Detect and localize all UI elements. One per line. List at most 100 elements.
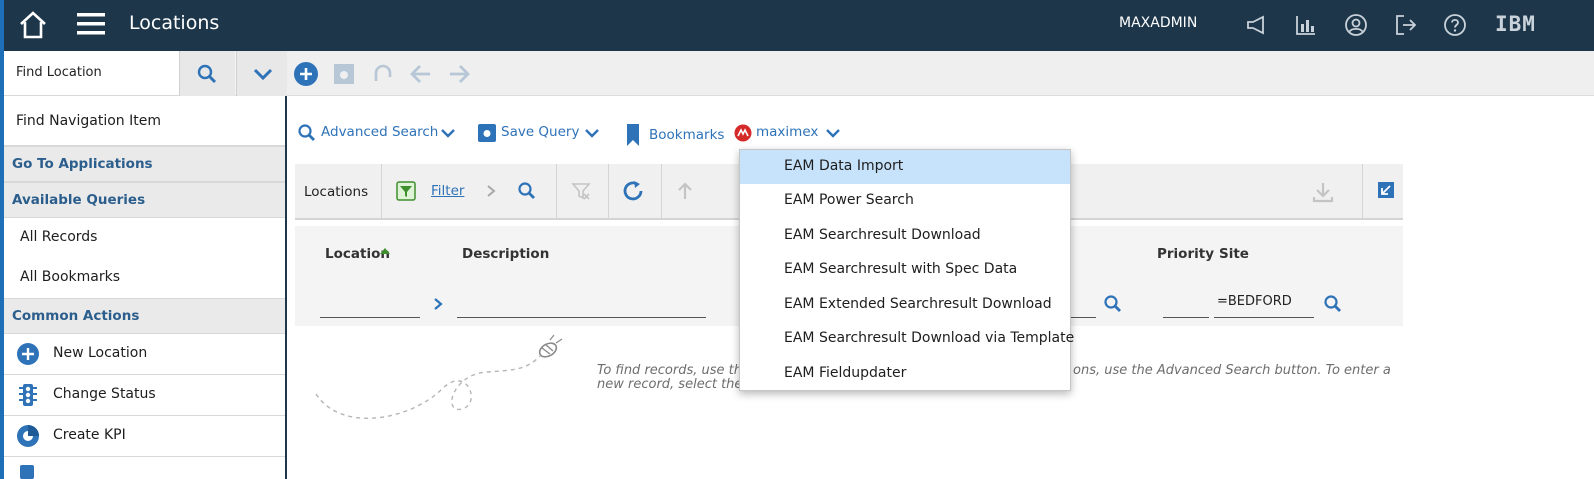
- action-toolbar: [287, 51, 1594, 96]
- sort-ascending-icon[interactable]: [379, 247, 391, 255]
- clear-filter-icon[interactable]: [571, 181, 591, 201]
- available-queries-label: Available Queries: [12, 192, 146, 208]
- kpi-gauge-icon: [17, 425, 39, 447]
- new-record-icon[interactable]: [293, 61, 319, 87]
- priority-filter-input[interactable]: [1163, 317, 1209, 318]
- chevron-down-icon[interactable]: [440, 127, 456, 139]
- find-navigation-item[interactable]: Find Navigation Item: [4, 96, 285, 146]
- find-search-button[interactable]: [179, 51, 235, 96]
- menu-item-eam-power-search[interactable]: EAM Power Search: [740, 184, 1070, 218]
- bookmark-icon: [627, 124, 639, 146]
- hamburger-menu-icon[interactable]: [75, 11, 107, 37]
- column-site[interactable]: Site: [1219, 246, 1249, 262]
- maximo-locations-page: Locations MAXADMIN IBM Find Location Fin…: [0, 0, 1594, 479]
- sidebar: Find Navigation Item Go To Applications …: [4, 96, 287, 479]
- maximex-menu-button[interactable]: maximex: [734, 118, 844, 150]
- save-query-label: Save Query: [501, 124, 580, 140]
- description-filter-input[interactable]: [457, 317, 706, 318]
- menu-item-eam-extended-searchresult-download[interactable]: EAM Extended Searchresult Download: [740, 288, 1070, 322]
- save-icon[interactable]: [331, 61, 357, 87]
- chevron-right-icon[interactable]: [485, 184, 497, 198]
- query-label: All Records: [20, 229, 98, 245]
- action-new-location[interactable]: New Location: [4, 334, 285, 375]
- top-header: Locations MAXADMIN IBM: [4, 0, 1594, 51]
- undo-icon[interactable]: [370, 61, 396, 87]
- menu-item-eam-fieldupdater[interactable]: EAM Fieldupdater: [740, 357, 1070, 391]
- location-filter-input[interactable]: [320, 317, 420, 318]
- minimize-table-icon[interactable]: [1377, 181, 1395, 199]
- next-arrow-icon[interactable]: [446, 61, 472, 87]
- previous-arrow-icon[interactable]: [408, 61, 434, 87]
- search-icon[interactable]: [517, 181, 537, 201]
- divider: [381, 164, 382, 218]
- save-query-button[interactable]: Save Query: [476, 118, 601, 150]
- home-icon[interactable]: [18, 10, 48, 40]
- site-filter-value[interactable]: =BEDFORD: [1217, 294, 1292, 309]
- query-all-records[interactable]: All Records: [4, 218, 285, 258]
- refresh-icon[interactable]: [621, 179, 645, 203]
- chevron-down-icon[interactable]: [584, 127, 600, 139]
- arrow-up-icon[interactable]: [675, 181, 695, 201]
- chevron-right-icon[interactable]: [432, 297, 444, 311]
- reports-chart-icon[interactable]: [1294, 13, 1318, 37]
- menu-item-label: EAM Power Search: [784, 192, 914, 208]
- go-to-applications-header[interactable]: Go To Applications: [4, 146, 285, 182]
- hint-text-right: ons, use the Advanced Search button. To …: [1073, 363, 1391, 378]
- bee-illustration: [315, 334, 563, 419]
- maximex-label: maximex: [756, 124, 819, 140]
- list-tab-label: Locations: [304, 184, 369, 200]
- filter-input-partial[interactable]: [1070, 317, 1096, 318]
- site-filter-underline: [1214, 317, 1314, 318]
- menu-item-eam-searchresult-download-template[interactable]: EAM Searchresult Download via Template: [740, 322, 1074, 356]
- search-icon: [197, 64, 217, 84]
- current-user[interactable]: MAXADMIN: [1119, 15, 1197, 31]
- common-actions-label: Common Actions: [12, 308, 140, 324]
- column-description[interactable]: Description: [462, 246, 549, 262]
- plus-circle-icon: [17, 343, 39, 365]
- search-icon: [298, 124, 315, 141]
- chevron-down-icon: [253, 68, 273, 81]
- page-title: Locations: [129, 12, 220, 34]
- advanced-search-label: Advanced Search: [321, 124, 439, 140]
- menu-item-label: EAM Searchresult with Spec Data: [784, 261, 1018, 277]
- download-icon[interactable]: [1311, 180, 1335, 204]
- advanced-search-button[interactable]: Advanced Search: [295, 118, 460, 150]
- menu-item-eam-data-import[interactable]: EAM Data Import: [740, 150, 1070, 184]
- action-label: Change Status: [53, 386, 156, 402]
- action-icon-partial: [20, 465, 34, 479]
- menu-item-label: EAM Extended Searchresult Download: [784, 296, 1052, 312]
- hint-text-line2: new record, select the I: [597, 377, 751, 392]
- search-icon[interactable]: [1323, 294, 1343, 314]
- sign-out-icon[interactable]: [1394, 13, 1418, 37]
- find-navigation-label: Find Navigation Item: [16, 113, 161, 129]
- filter-link[interactable]: Filter: [431, 183, 464, 199]
- find-location-placeholder: Find Location: [16, 65, 102, 80]
- divider: [608, 164, 609, 218]
- action-label: New Location: [53, 345, 148, 361]
- divider: [1362, 164, 1363, 218]
- search-icon[interactable]: [1103, 294, 1123, 314]
- column-priority[interactable]: Priority: [1157, 246, 1214, 262]
- find-location-input[interactable]: Find Location: [4, 51, 179, 96]
- action-create-kpi[interactable]: Create KPI: [4, 416, 285, 457]
- bookmarks-label: Bookmarks: [649, 127, 725, 143]
- action-next-partial[interactable]: [4, 457, 285, 479]
- menu-item-eam-searchresult-download[interactable]: EAM Searchresult Download: [740, 219, 1070, 253]
- help-question-icon[interactable]: [1443, 13, 1467, 37]
- bookmarks-button[interactable]: Bookmarks: [623, 118, 725, 150]
- common-actions-header[interactable]: Common Actions: [4, 298, 285, 334]
- query-all-bookmarks[interactable]: All Bookmarks: [4, 258, 285, 298]
- user-profile-icon[interactable]: [1344, 13, 1368, 37]
- filter-icon[interactable]: [396, 181, 416, 201]
- available-queries-header[interactable]: Available Queries: [4, 182, 285, 218]
- query-bar: Advanced Search Save Query Bookmarks max…: [295, 118, 995, 150]
- maximex-dropdown-menu: EAM Data Import EAM Power Search EAM Sea…: [739, 149, 1074, 391]
- find-options-button[interactable]: [236, 51, 287, 96]
- menu-item-eam-searchresult-spec-data[interactable]: EAM Searchresult with Spec Data: [740, 253, 1070, 287]
- query-label: All Bookmarks: [20, 269, 121, 285]
- action-change-status[interactable]: Change Status: [4, 375, 285, 416]
- bulletin-megaphone-icon[interactable]: [1245, 13, 1269, 37]
- maximex-logo-icon: [734, 124, 752, 142]
- menu-item-label: EAM Data Import: [784, 158, 904, 174]
- chevron-down-icon[interactable]: [825, 127, 841, 139]
